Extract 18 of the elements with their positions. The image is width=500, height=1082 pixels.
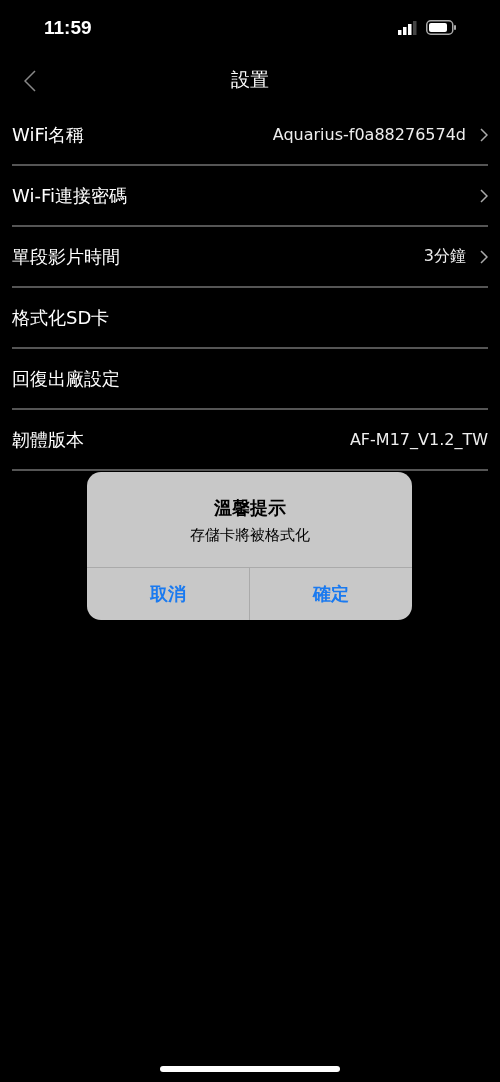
signal-icon [398,20,418,35]
dialog-title: 溫馨提示 [213,496,286,520]
back-icon[interactable] [24,70,36,92]
screen-title: 設置 [231,67,269,92]
setting-label: 單段影片時間 [12,244,121,269]
dialog-message: 存儲卡將被格式化 [189,526,310,545]
confirm-button[interactable]: 確定 [249,568,412,620]
setting-label: 格式化SD卡 [12,305,111,330]
setting-label: WiFi名稱 [12,122,86,147]
status-time: 11:59 [44,16,92,39]
battery-icon [426,20,456,35]
setting-label: 韌體版本 [12,427,85,452]
setting-value: Aquarius-f0a88276574d [272,125,466,144]
setting-label: 回復出廠設定 [12,366,121,391]
setting-label: Wi-Fi連接密碼 [12,183,128,208]
setting-value: AF-M17_V1.2_TW [349,430,488,449]
setting-value: 3分鐘 [423,246,466,267]
cancel-button[interactable]: 取消 [87,568,249,620]
